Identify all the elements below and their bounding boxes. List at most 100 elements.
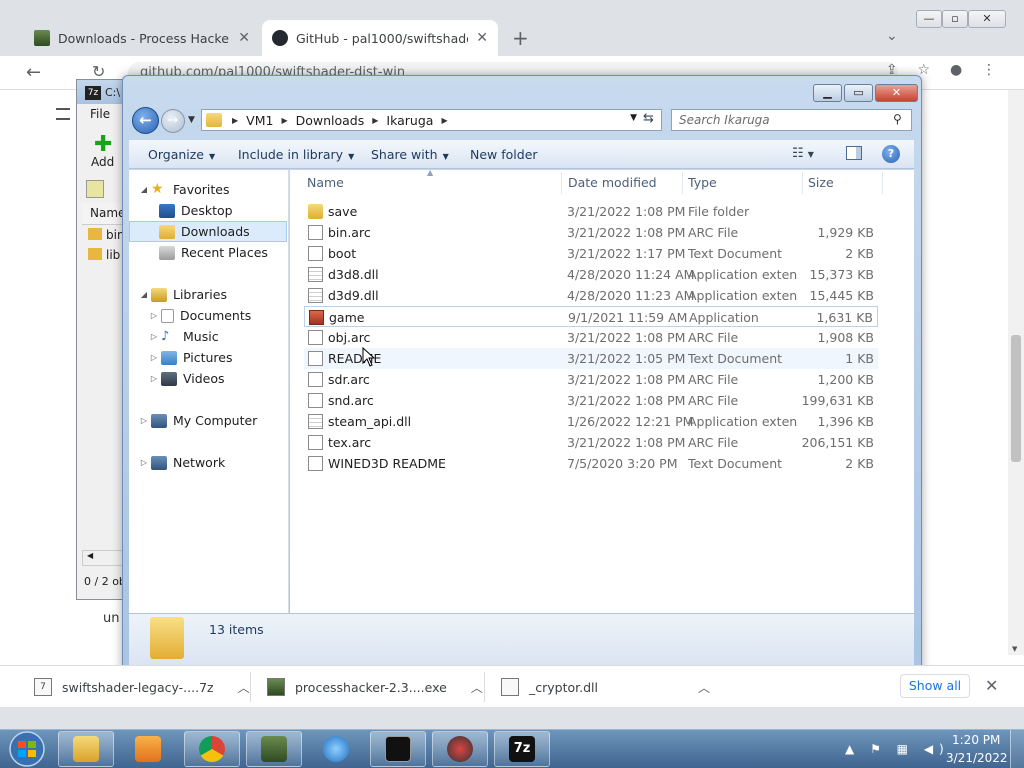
close-button[interactable]: ✕ — [875, 84, 918, 102]
back-arrow-icon[interactable]: ← — [26, 62, 41, 83]
column-header-name[interactable]: Name — [307, 175, 344, 190]
taskbar-command-prompt[interactable] — [370, 731, 426, 767]
column-header-size[interactable]: Size — [808, 175, 834, 190]
close-tab-icon[interactable]: ✕ — [238, 30, 250, 46]
add-button-label[interactable]: Add — [91, 155, 114, 169]
file-row[interactable]: game 9/1/2021 11:59 AM Application 1,631 KB — [304, 306, 878, 327]
file-row[interactable]: snd.arc 3/21/2022 1:08 PM ARC File 199,631 … — [304, 390, 878, 411]
forward-arrow-icon[interactable]: → — [161, 109, 185, 133]
close-button[interactable]: ✕ — [968, 10, 1006, 28]
column-divider[interactable] — [882, 172, 883, 194]
nav-downloads[interactable]: Downloads — [129, 221, 287, 242]
profile-icon[interactable]: ● — [950, 62, 962, 84]
column-divider[interactable] — [682, 172, 683, 194]
menu-dots-icon[interactable]: ⋮ — [982, 62, 996, 84]
nav-libraries[interactable]: ◢ Libraries — [129, 284, 288, 305]
search-input[interactable]: Search Ikaruga — [671, 109, 912, 131]
breadcrumb-separator-icon[interactable]: ▶ — [441, 116, 447, 125]
file-row[interactable]: steam_api.dll 1/26/2022 12:21 PM Applicati… — [304, 411, 878, 432]
include-in-library-button[interactable]: Include in library ▼ — [238, 147, 354, 162]
network-status-icon[interactable]: ▦ — [897, 742, 914, 756]
download-item[interactable]: 7 swiftshader-legacy-....7z ︿ — [34, 676, 250, 698]
show-all-button[interactable]: Show all — [900, 674, 970, 698]
nav-music[interactable]: ▷ ♪ Music — [129, 326, 288, 347]
file-row[interactable]: WINED3D README 7/5/2020 3:20 PM Text Docum… — [304, 453, 878, 474]
expand-icon[interactable]: ▷ — [147, 311, 161, 320]
new-folder-button[interactable]: New folder — [470, 147, 538, 162]
address-bar[interactable]: ▶ VM1 ▶ Downloads ▶ Ikaruga ▶ ▼ — [201, 109, 662, 131]
refresh-icon[interactable]: ⇆ — [643, 111, 654, 126]
close-tab-icon[interactable]: ✕ — [476, 30, 488, 46]
network-flag-icon[interactable]: ⚑ — [870, 742, 887, 756]
view-options-icon[interactable]: ☷ ▼ — [792, 146, 814, 161]
add-plus-icon[interactable]: ✚ — [94, 132, 112, 157]
list-item[interactable]: lib — [88, 248, 120, 262]
column-name-header[interactable]: Name — [82, 203, 127, 225]
breadcrumb-separator-icon[interactable]: ▶ — [281, 116, 287, 125]
nav-videos[interactable]: ▷ Videos — [129, 368, 288, 389]
expand-icon[interactable]: ▷ — [147, 332, 161, 341]
nav-desktop[interactable]: Desktop — [129, 200, 288, 221]
download-item[interactable]: _cryptor.dll ︿ — [501, 676, 710, 698]
chevron-up-icon[interactable]: ︿ — [471, 679, 483, 696]
taskbar-7zip[interactable]: 7z — [494, 731, 550, 767]
show-desktop-button[interactable] — [1010, 730, 1024, 768]
taskbar-process-hacker[interactable] — [246, 731, 302, 767]
tab-search-icon[interactable]: ⌄ — [886, 28, 898, 44]
horizontal-scrollbar[interactable]: ◀ — [82, 550, 127, 566]
tab-process-hacker[interactable]: Downloads - Process Hacker ✕ — [24, 20, 260, 56]
breadcrumb-ikaruga[interactable]: Ikaruga — [386, 113, 433, 128]
tray-expand-icon[interactable]: ▲ — [845, 742, 860, 756]
expand-icon[interactable]: ▷ — [137, 416, 151, 425]
nav-documents[interactable]: ▷ Documents — [129, 305, 288, 326]
expand-icon[interactable]: ▷ — [147, 374, 161, 383]
hamburger-icon[interactable] — [56, 108, 70, 120]
breadcrumb-separator-icon[interactable]: ▶ — [372, 116, 378, 125]
up-folder-icon[interactable] — [86, 180, 104, 198]
file-row[interactable]: obj.arc 3/21/2022 1:08 PM ARC File 1,908 KB — [304, 327, 878, 348]
file-row[interactable]: sdr.arc 3/21/2022 1:08 PM ARC File 1,200 KB — [304, 369, 878, 390]
file-row[interactable]: boot 3/21/2022 1:17 PM Text Document 2 KB — [304, 243, 878, 264]
taskbar-media-player[interactable] — [120, 731, 176, 767]
collapse-icon[interactable]: ◢ — [137, 185, 151, 194]
file-row[interactable]: tex.arc 3/21/2022 1:08 PM ARC File 206,151 … — [304, 432, 878, 453]
clock-time[interactable]: 1:20 PM — [952, 733, 1000, 747]
breadcrumb-vm1[interactable]: VM1 — [246, 113, 273, 128]
column-divider[interactable] — [561, 172, 562, 194]
help-icon[interactable]: ? — [882, 145, 900, 163]
nav-recent-places[interactable]: Recent Places — [129, 242, 288, 263]
taskbar-app[interactable] — [432, 731, 488, 767]
file-row[interactable]: README 3/21/2022 1:05 PM Text Document 1 KB — [304, 348, 878, 369]
taskbar-internet-explorer[interactable] — [308, 731, 364, 767]
chevron-up-icon[interactable]: ︿ — [238, 679, 250, 696]
nav-favorites[interactable]: ◢ ★ Favorites — [129, 179, 288, 200]
taskbar-chrome[interactable] — [184, 731, 240, 767]
share-with-button[interactable]: Share with ▼ — [371, 147, 449, 162]
scroll-down-arrow-icon[interactable]: ▼ — [1012, 645, 1017, 653]
nav-network[interactable]: ▷ Network — [129, 452, 288, 473]
back-arrow-icon[interactable]: ← — [132, 107, 159, 134]
recent-pages-chevron-icon[interactable]: ▼ — [188, 115, 195, 125]
column-header-date[interactable]: Date modified — [568, 175, 657, 190]
breadcrumb-separator-icon[interactable]: ▶ — [232, 116, 238, 125]
taskbar-explorer[interactable] — [58, 731, 114, 767]
file-row[interactable]: d3d8.dll 4/28/2020 11:24 AM Application ex… — [304, 264, 878, 285]
organize-button[interactable]: Organize ▼ — [148, 147, 215, 162]
close-icon[interactable]: ✕ — [985, 676, 998, 695]
chevron-up-icon[interactable]: ︿ — [698, 679, 710, 696]
search-icon[interactable]: ⚲ — [893, 112, 902, 126]
preview-pane-icon[interactable] — [846, 146, 862, 160]
nav-pictures[interactable]: ▷ Pictures — [129, 347, 288, 368]
file-row[interactable]: bin.arc 3/21/2022 1:08 PM ARC File 1,929 KB — [304, 222, 878, 243]
page-scrollbar-thumb[interactable] — [1011, 335, 1021, 462]
maximize-button[interactable]: ▭ — [844, 84, 873, 102]
column-divider[interactable] — [802, 172, 803, 194]
start-button[interactable] — [4, 730, 50, 768]
address-dropdown-icon[interactable]: ▼ — [630, 113, 637, 123]
file-row[interactable]: save 3/21/2022 1:08 PM File folder — [304, 201, 878, 222]
minimize-button[interactable]: ▁ — [813, 84, 842, 102]
menu-file[interactable]: File — [90, 107, 110, 121]
breadcrumb-downloads[interactable]: Downloads — [296, 113, 365, 128]
nav-my-computer[interactable]: ▷ My Computer — [129, 410, 288, 431]
minimize-button[interactable]: — — [916, 10, 942, 28]
